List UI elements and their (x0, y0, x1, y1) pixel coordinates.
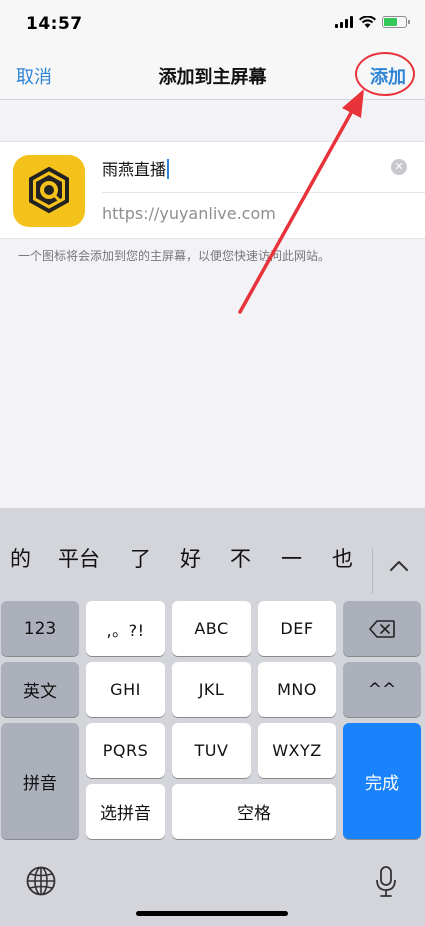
app-name-input[interactable]: 雨燕直播 (102, 156, 170, 180)
candidate-3[interactable]: 了 (130, 543, 151, 573)
candidate-4[interactable]: 好 (180, 543, 201, 573)
numbers-key[interactable]: 123 (1, 601, 79, 656)
candidate-5[interactable]: 不 (230, 543, 251, 573)
wxyz-key[interactable]: WXYZ (258, 723, 336, 778)
yuyan-logo-icon (29, 166, 69, 214)
english-key[interactable]: 英文 (1, 662, 79, 717)
pqrs-key[interactable]: PQRS (86, 723, 165, 778)
status-icons (335, 16, 410, 28)
emoticon-key[interactable]: ^^ (343, 662, 421, 717)
add-button[interactable]: 添加 (370, 63, 406, 89)
mno-key[interactable]: MNO (258, 662, 336, 717)
done-key[interactable]: 完成 (343, 723, 421, 839)
add-hint-text: 一个图标将会添加到您的主屏幕，以便您快速访问此网站。 (18, 249, 331, 263)
keyboard: 的 平台 了 好 不 一 也 123 ,。?! ABC DEF 英文 GHI J… (0, 508, 425, 926)
status-bar: 14:57 (0, 0, 425, 50)
cellular-signal-icon (335, 16, 353, 28)
app-icon (13, 155, 85, 227)
candidate-7[interactable]: 也 (332, 543, 353, 573)
url-text: https://yuyanlive.com (102, 204, 276, 223)
abc-key[interactable]: ABC (172, 601, 251, 656)
candidate-bar: 的 平台 了 好 不 一 也 (0, 508, 425, 594)
candidate-2[interactable]: 平台 (58, 543, 100, 573)
tuv-key[interactable]: TUV (172, 723, 251, 778)
candidate-1[interactable]: 的 (10, 543, 31, 573)
app-name-value: 雨燕直播 (102, 160, 167, 179)
delete-key[interactable] (343, 601, 421, 656)
status-time: 14:57 (26, 14, 83, 34)
backspace-icon (369, 619, 395, 638)
globe-icon[interactable] (25, 865, 57, 897)
select-pinyin-key[interactable]: 选拼音 (86, 784, 165, 839)
home-indicator (136, 911, 288, 916)
pinyin-key[interactable]: 拼音 (1, 723, 79, 839)
jkl-key[interactable]: JKL (172, 662, 251, 717)
card-divider (102, 192, 425, 193)
chevron-up-icon[interactable] (389, 560, 409, 572)
text-caret (167, 159, 170, 179)
def-key[interactable]: DEF (258, 601, 336, 656)
bookmark-card: 雨燕直播 ✕ https://yuyanlive.com (0, 141, 425, 239)
clear-text-icon[interactable]: ✕ (391, 159, 407, 175)
battery-icon (382, 16, 410, 28)
wifi-icon (359, 16, 376, 28)
candidate-divider (372, 548, 373, 594)
space-key[interactable]: 空格 (172, 784, 336, 839)
candidate-6[interactable]: 一 (281, 543, 302, 573)
microphone-icon[interactable] (375, 865, 397, 899)
punctuation-key[interactable]: ,。?! (86, 601, 165, 656)
ghi-key[interactable]: GHI (86, 662, 165, 717)
nav-bar: 取消 添加到主屏幕 添加 (0, 50, 425, 100)
